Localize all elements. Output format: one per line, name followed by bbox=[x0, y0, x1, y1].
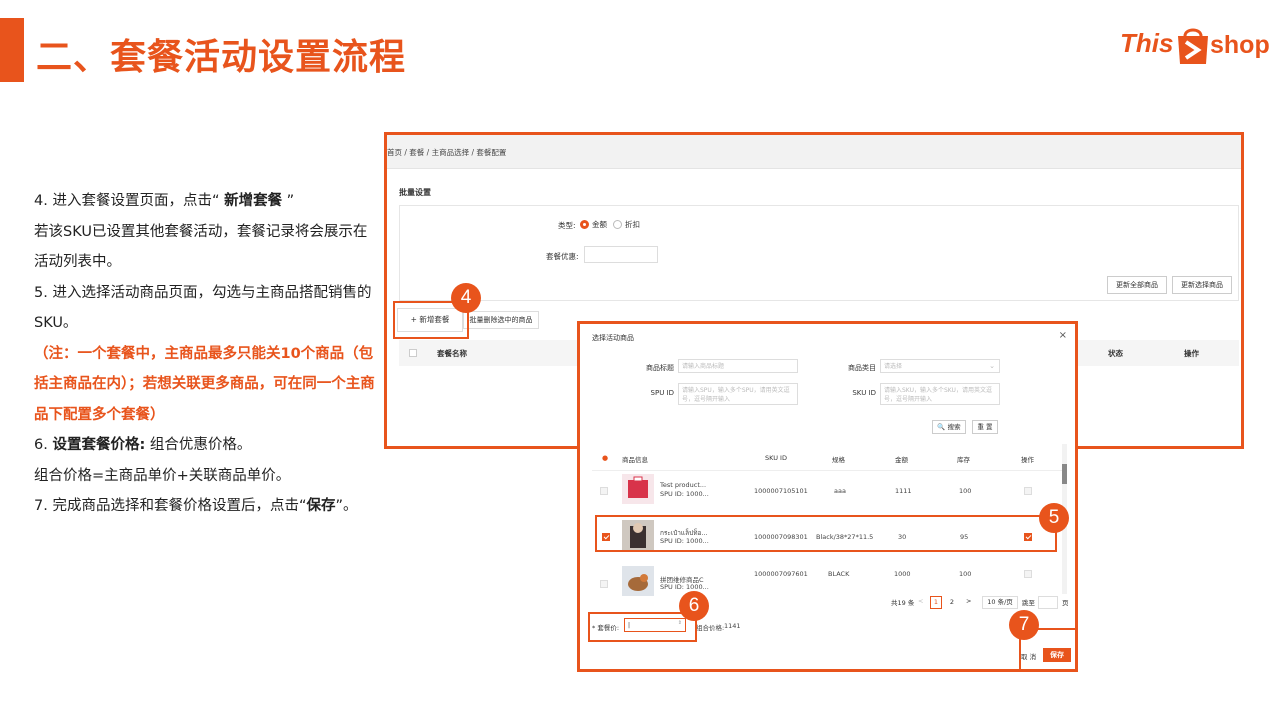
col-spec: 规格 bbox=[832, 456, 845, 464]
col-amount: 金额 bbox=[895, 456, 908, 464]
product-spec: BLACK bbox=[828, 570, 850, 578]
product-table-header bbox=[592, 449, 1062, 471]
product-spu: SPU ID: 1000... bbox=[660, 583, 709, 591]
radio-discount[interactable] bbox=[613, 220, 622, 229]
select-all-checkbox[interactable] bbox=[409, 349, 417, 357]
product-spu: SPU ID: 1000... bbox=[660, 490, 709, 498]
thisshop-logo: This shop bbox=[1120, 22, 1270, 70]
col-sku-id: SKU ID bbox=[765, 454, 787, 462]
spu-filter-label: SPU ID bbox=[650, 389, 674, 397]
page-2[interactable]: 2 bbox=[946, 596, 958, 609]
next-page-icon[interactable]: > bbox=[966, 597, 971, 605]
chevron-down-icon: ⌄ bbox=[989, 362, 995, 370]
row-action-checkbox[interactable] bbox=[1024, 487, 1032, 495]
product-sku: 1000007105101 bbox=[754, 487, 808, 495]
product-spec: aaa bbox=[834, 487, 846, 495]
shopping-bag-icon bbox=[1178, 28, 1208, 64]
row-action-checkbox[interactable] bbox=[1024, 570, 1032, 578]
step-badge-7: 7 bbox=[1009, 610, 1039, 640]
page-unit-label: 页 bbox=[1062, 599, 1069, 607]
highlight-step5 bbox=[595, 515, 1057, 552]
highlight-step6 bbox=[588, 612, 697, 642]
combo-price-value: 1141 bbox=[724, 622, 741, 630]
col-stock: 库存 bbox=[957, 456, 970, 464]
title-accent-bar bbox=[0, 18, 24, 82]
row-checkbox[interactable] bbox=[600, 580, 608, 588]
bulk-settings-title: 批量设置 bbox=[399, 188, 431, 197]
product-amount: 1000 bbox=[894, 570, 911, 578]
step7-line: 7. 完成商品选择和套餐价格设置后，点击“保存”。 bbox=[34, 498, 358, 514]
col-action: 操作 bbox=[1184, 349, 1199, 358]
close-icon[interactable]: × bbox=[1059, 330, 1067, 341]
combo-price-label: 组合价格: bbox=[696, 624, 725, 632]
breadcrumb-bar: 首页 / 套餐 / 主商品选择 / 套餐配置 bbox=[387, 135, 1241, 169]
col-package-name: 套餐名称 bbox=[437, 349, 467, 358]
product-amount: 1111 bbox=[895, 487, 912, 495]
reset-button[interactable]: 重 置 bbox=[972, 420, 998, 434]
prev-page-icon[interactable]: < bbox=[918, 597, 923, 605]
step4-detail: 若该SKU已设置其他套餐活动，套餐记录将会展示在活动列表中。 bbox=[34, 223, 368, 271]
breadcrumb: 首页 / 套餐 / 主商品选择 / 套餐配置 bbox=[387, 148, 507, 157]
radio-discount-label: 折扣 bbox=[625, 220, 640, 229]
scrollbar-thumb[interactable] bbox=[1062, 464, 1067, 484]
sku-filter-input[interactable]: 请输入SKU，输入多个SKU，请用英文逗号，逗号隔开输入 bbox=[880, 383, 1000, 405]
price-formula: 组合价格=主商品单价+关联商品单价。 bbox=[34, 467, 291, 484]
update-selected-button[interactable]: 更新选择商品 bbox=[1172, 276, 1232, 294]
modal-title: 选择活动商品 bbox=[592, 334, 634, 342]
category-select[interactable]: 请选择 ⌄ bbox=[880, 359, 1000, 373]
step6-line: 6. 设置套餐价格: 组合优惠价格。 bbox=[34, 437, 252, 453]
radio-amount[interactable] bbox=[580, 220, 589, 229]
title-filter-label: 商品标题 bbox=[646, 364, 674, 372]
product-thumbnail bbox=[622, 566, 654, 596]
goto-label: 跳至 bbox=[1022, 599, 1035, 607]
col-product-info: 商品信息 bbox=[622, 456, 648, 464]
goto-input[interactable] bbox=[1038, 596, 1058, 609]
col-status: 状态 bbox=[1108, 349, 1123, 358]
type-label: 类型: bbox=[558, 221, 576, 230]
title-filter-input[interactable]: 请输入商品标题 bbox=[678, 359, 798, 373]
spu-filter-input[interactable]: 请输入SPU，输入多个SPU，请用英文逗号，逗号隔开输入 bbox=[678, 383, 798, 405]
step-badge-5: 5 bbox=[1039, 503, 1069, 533]
product-sku: 1000007097601 bbox=[754, 570, 808, 578]
step4-line: 4. 进入套餐设置页面，点击“ 新增套餐 ” bbox=[34, 193, 295, 209]
product-name: Test product... bbox=[660, 481, 707, 489]
logo-text-shop: shop bbox=[1210, 31, 1270, 59]
select-products-modal: 选择活动商品 × 商品标题 请输入商品标题 商品类目 请选择 ⌄ SPU ID 请… bbox=[577, 321, 1078, 672]
step5-line: 5. 进入选择活动商品页面，勾选与主商品搭配销售的SKU。 bbox=[34, 284, 372, 332]
total-count: 共19 条 bbox=[891, 599, 915, 607]
step-badge-4: 4 bbox=[451, 283, 481, 313]
discount-label: 套餐优惠: bbox=[546, 252, 579, 261]
product-thumbnail bbox=[622, 474, 654, 504]
step-badge-6: 6 bbox=[679, 591, 709, 621]
page-size-select[interactable]: 10 条/页 bbox=[982, 596, 1018, 609]
product-stock: 100 bbox=[959, 570, 972, 578]
header-indicator-dot: ● bbox=[602, 454, 609, 462]
slide-title: 二、套餐活动设置流程 bbox=[36, 37, 407, 78]
search-button[interactable]: 🔍 搜索 bbox=[932, 420, 966, 434]
logo-text-this: This bbox=[1120, 28, 1174, 58]
bulk-delete-button[interactable]: 批量删除选中的商品 bbox=[463, 311, 539, 329]
page-1[interactable]: 1 bbox=[930, 596, 942, 609]
row-checkbox[interactable] bbox=[600, 487, 608, 495]
update-all-button[interactable]: 更新全部商品 bbox=[1107, 276, 1167, 294]
discount-input[interactable] bbox=[584, 246, 658, 263]
sku-filter-label: SKU ID bbox=[852, 389, 876, 397]
radio-amount-label: 金额 bbox=[592, 220, 607, 229]
instruction-text: 4. 进入套餐设置页面，点击“ 新增套餐 ” 若该SKU已设置其他套餐活动，套餐… bbox=[34, 186, 379, 522]
limit-note: （注：一个套餐中，主商品最多只能关10个商品（包括主商品在内）；若想关联更多商品… bbox=[34, 345, 375, 423]
col-operation: 操作 bbox=[1021, 456, 1034, 464]
bulk-settings-panel: 类型: 金额 折扣 套餐优惠: 更新全部商品 更新选择商品 bbox=[399, 205, 1239, 301]
category-filter-label: 商品类目 bbox=[848, 364, 876, 372]
product-stock: 100 bbox=[959, 487, 972, 495]
